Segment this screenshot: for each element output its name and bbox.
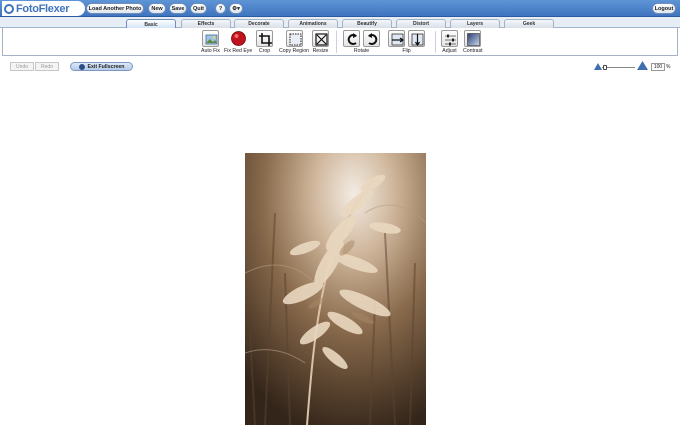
contrast-label: Contrast <box>463 48 483 54</box>
crop-icon <box>256 30 273 47</box>
zoom-in-icon[interactable] <box>637 61 648 70</box>
toolbar-divider <box>336 31 337 53</box>
contrast-icon <box>464 30 482 47</box>
save-button[interactable]: Save <box>169 3 187 14</box>
exit-fullscreen-label: Exit Fullscreen <box>87 63 125 70</box>
tool-panel: Auto Fix Fix Red Eye Crop Copy Region Re… <box>2 28 678 56</box>
toolbar-divider <box>435 31 436 53</box>
flip-horizontal-icon[interactable] <box>388 30 405 47</box>
zoom-input[interactable]: 100 <box>651 63 665 71</box>
tab-beautify[interactable]: Beautify <box>342 19 392 28</box>
tab-distort[interactable]: Distort <box>396 19 446 28</box>
logo-text: FotoFlexer <box>16 2 70 15</box>
tab-effects[interactable]: Effects <box>181 19 231 28</box>
tab-decorate[interactable]: Decorate <box>234 19 284 28</box>
contrast-tool[interactable]: Contrast <box>463 30 483 54</box>
auto-fix-label: Auto Fix <box>201 48 221 54</box>
auto-fix-tool[interactable]: Auto Fix <box>201 30 220 54</box>
red-eye-icon <box>230 30 247 47</box>
load-another-photo-button[interactable]: Load Another Photo <box>86 3 144 14</box>
logo: FotoFlexer <box>2 1 85 16</box>
auto-fix-icon <box>202 30 220 47</box>
quit-button[interactable]: Quit <box>190 3 207 14</box>
photo-grass-plume <box>245 153 426 425</box>
crop-tool[interactable]: Crop <box>256 30 273 54</box>
redo-button[interactable]: Redo <box>35 62 59 71</box>
rotate-tool[interactable]: Rotate <box>343 30 380 54</box>
resize-tool[interactable]: Resize <box>312 30 329 54</box>
tab-animations[interactable]: Animations <box>288 19 338 28</box>
tab-layers[interactable]: Layers <box>450 19 500 28</box>
camera-logo-icon <box>4 3 14 14</box>
flip-label: Flip <box>402 48 411 54</box>
zoom-slider-handle[interactable] <box>603 65 607 70</box>
rotate-left-icon[interactable] <box>343 30 360 47</box>
logout-button[interactable]: Logout <box>652 3 676 14</box>
new-button[interactable]: New <box>148 3 166 14</box>
copy-region-label: Copy Region <box>279 48 309 54</box>
crop-label: Crop <box>258 48 271 54</box>
fix-red-eye-tool[interactable]: Fix Red Eye <box>224 30 252 54</box>
resize-label: Resize <box>312 48 329 54</box>
flip-tool[interactable]: Flip <box>388 30 425 54</box>
rotate-right-icon[interactable] <box>363 30 380 47</box>
zoom-out-icon[interactable] <box>594 63 602 70</box>
photo-preview[interactable] <box>245 153 426 425</box>
zoom-unit: % <box>666 64 671 70</box>
rotate-label: Rotate <box>353 48 370 54</box>
resize-icon <box>312 30 329 47</box>
fix-red-eye-label: Fix Red Eye <box>224 48 253 54</box>
fullscreen-icon <box>78 63 85 70</box>
help-button[interactable]: ? <box>215 3 226 14</box>
adjust-icon <box>441 30 458 47</box>
tab-bar: Basic Effects Decorate Animations Beauti… <box>0 17 680 29</box>
adjust-label: Adjust <box>442 48 457 54</box>
tab-geek[interactable]: Geek <box>504 19 554 28</box>
flip-vertical-icon[interactable] <box>408 30 425 47</box>
adjust-tool[interactable]: Adjust <box>441 30 458 54</box>
copy-region-icon <box>285 30 303 47</box>
top-bar: FotoFlexer Load Another Photo New Save Q… <box>0 0 680 17</box>
settings-button[interactable]: ⚙▾ <box>229 3 243 14</box>
undo-button[interactable]: Undo <box>10 62 34 71</box>
exit-fullscreen-button[interactable]: Exit Fullscreen <box>70 62 133 71</box>
copy-region-tool[interactable]: Copy Region <box>279 30 309 54</box>
